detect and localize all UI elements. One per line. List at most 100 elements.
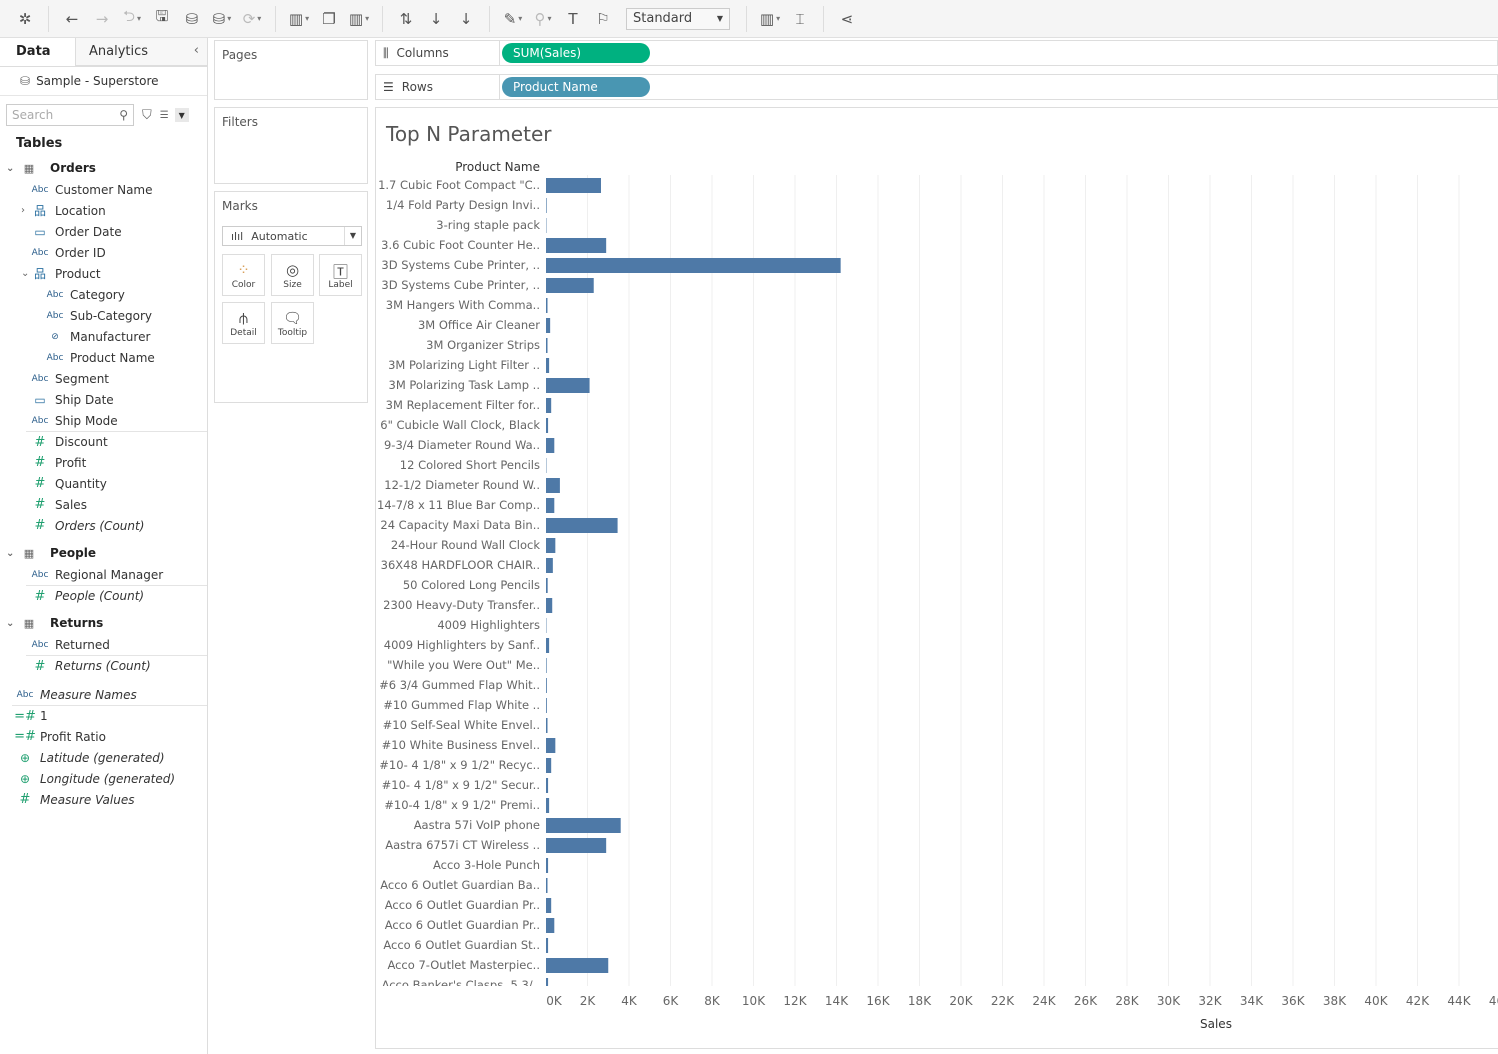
bar[interactable] (546, 658, 547, 673)
bar[interactable] (546, 638, 550, 653)
category-label[interactable]: 50 Colored Long Pencils (403, 578, 540, 592)
chevron-down-icon[interactable]: ▾ (547, 14, 551, 23)
bar[interactable] (546, 978, 549, 993)
chevron-down-icon[interactable]: ▾ (137, 14, 141, 23)
sort-descending-icon[interactable]: ↓ (454, 6, 478, 32)
mark-type-dropdown[interactable]: ılıl Automatic ▼ (222, 226, 362, 246)
category-label[interactable]: 9-3/4 Diameter Round Wa.. (384, 438, 540, 452)
chevron-down-icon[interactable]: ▾ (305, 14, 309, 23)
field-item[interactable]: Abc Segment (0, 368, 207, 389)
category-label[interactable]: 3M Replacement Filter for.. (386, 398, 540, 412)
bar[interactable] (546, 798, 550, 813)
chevron-down-icon[interactable]: ▼ (174, 108, 189, 122)
field-item[interactable]: Abc Order ID (0, 242, 207, 263)
category-label[interactable]: Acco 6 Outlet Guardian St.. (383, 938, 540, 952)
sum-sales-pill[interactable]: SUM(Sales) (502, 43, 650, 63)
share-icon[interactable]: ⋖ (835, 6, 859, 32)
category-label[interactable]: 3D Systems Cube Printer, .. (381, 278, 540, 292)
tooltip-mark-button[interactable]: 🗨 Tooltip (271, 302, 314, 344)
product-name-pill[interactable]: Product Name (502, 77, 650, 97)
bar[interactable] (546, 858, 549, 873)
bar[interactable] (546, 278, 594, 293)
undo-icon[interactable]: ← (60, 6, 84, 32)
new-data-source-icon[interactable]: ⛁ (180, 6, 204, 32)
presentation-mode-icon[interactable]: ⌶ (788, 6, 812, 32)
category-label[interactable]: Aastra 6757i CT Wireless .. (385, 838, 540, 852)
table-returns[interactable]: ⌄ ▦ Returns (0, 612, 207, 634)
bar[interactable] (546, 938, 549, 953)
bar[interactable] (546, 878, 548, 893)
category-label[interactable]: 3M Polarizing Task Lamp .. (389, 378, 541, 392)
field-item[interactable]: Abc Sub-Category (0, 305, 207, 326)
category-label[interactable]: #10 Gummed Flap White .. (383, 698, 540, 712)
redo-icon[interactable]: → (90, 6, 114, 32)
category-label[interactable]: 6" Cubicle Wall Clock, Black (380, 418, 540, 432)
category-label[interactable]: 3M Organizer Strips (426, 338, 540, 352)
category-label[interactable]: Acco 3-Hole Punch (433, 858, 540, 872)
category-label[interactable]: 24-Hour Round Wall Clock (391, 538, 540, 552)
field-item[interactable]: ⊘ Manufacturer (0, 326, 207, 347)
table-people[interactable]: ⌄ ▦ People (0, 542, 207, 564)
collapse-pane-icon[interactable]: ‹ (194, 43, 199, 58)
data-source[interactable]: ⛁ Sample - Superstore (0, 67, 207, 96)
field-item[interactable]: › 品 Location (0, 200, 207, 221)
chevron-down-icon[interactable]: ⌄ (6, 163, 14, 174)
category-label[interactable]: 3-ring staple pack (436, 218, 540, 232)
refresh-icon[interactable]: ⟳ ▾ (240, 6, 264, 32)
tableau-logo-icon[interactable]: ✲ (13, 6, 37, 32)
chevron-down-icon[interactable]: ▾ (776, 14, 780, 23)
duplicate-sheet-icon[interactable]: ❐ (317, 6, 341, 32)
category-label[interactable]: #10- 4 1/8" x 9 1/2" Recyc.. (379, 758, 540, 772)
chevron-down-icon[interactable]: ⌄ (6, 618, 14, 629)
field-item[interactable]: Abc Regional Manager (0, 564, 207, 585)
chevron-down-icon[interactable]: ⌄ (21, 268, 29, 279)
bar[interactable] (546, 598, 553, 613)
bar[interactable] (546, 958, 609, 973)
fit-dropdown[interactable]: Standard ▼ (626, 7, 730, 30)
field-item[interactable]: ⊕ Latitude (generated) (0, 747, 207, 768)
category-label[interactable]: #10 White Business Envel.. (382, 738, 540, 752)
field-item[interactable]: Abc Customer Name (0, 179, 207, 200)
bar[interactable] (546, 418, 549, 433)
field-item[interactable]: ▭ Ship Date (0, 389, 207, 410)
pause-updates-icon[interactable]: ⛁ ▾ (210, 6, 234, 32)
bar[interactable] (546, 378, 590, 393)
field-item[interactable]: Abc Returned (0, 634, 207, 655)
chevron-down-icon[interactable]: ⌄ (6, 548, 14, 559)
field-item[interactable]: # Discount (26, 431, 207, 452)
category-label[interactable]: 2300 Heavy-Duty Transfer.. (383, 598, 540, 612)
bar[interactable] (546, 498, 555, 513)
field-item[interactable]: Abc Category (0, 284, 207, 305)
bar[interactable] (546, 358, 550, 373)
bar[interactable] (546, 778, 549, 793)
bar[interactable] (546, 578, 548, 593)
new-worksheet-icon[interactable]: ▥ ▾ (287, 6, 311, 32)
group-members-icon[interactable]: ⚲ ▾ (531, 6, 555, 32)
size-mark-button[interactable]: ◎ Size (271, 254, 314, 296)
category-label[interactable]: Acco Banker's Clasps, 5 3/.. (382, 978, 540, 992)
bar[interactable] (546, 318, 551, 333)
clear-sheet-icon[interactable]: ▥ ▾ (347, 6, 371, 32)
chevron-right-icon[interactable]: › (21, 205, 25, 216)
category-label[interactable]: #10-4 1/8" x 9 1/2" Premi.. (384, 798, 540, 812)
tab-analytics[interactable]: Analytics ‹ (75, 38, 207, 66)
category-label[interactable]: Acco 6 Outlet Guardian Ba.. (380, 878, 540, 892)
bar[interactable] (546, 178, 601, 193)
chevron-down-icon[interactable]: ▾ (257, 14, 261, 23)
bar[interactable] (546, 258, 841, 273)
table-orders[interactable]: ⌄ ▦ Orders (0, 157, 207, 179)
field-item[interactable]: =# Profit Ratio (0, 726, 207, 747)
bar[interactable] (546, 538, 556, 553)
field-item[interactable]: ⊕ Longitude (generated) (0, 768, 207, 789)
category-label[interactable]: 3M Office Air Cleaner (418, 318, 540, 332)
pages-card[interactable]: Pages (214, 40, 368, 100)
category-label[interactable]: 1/4 Fold Party Design Invi.. (386, 198, 540, 212)
bar[interactable] (546, 298, 548, 313)
bar[interactable] (546, 238, 607, 253)
rows-shelf[interactable]: ☰ Rows Product Name (375, 74, 1498, 100)
bar[interactable] (546, 758, 552, 773)
filter-icon[interactable]: ⛉ (142, 108, 152, 123)
chevron-down-icon[interactable]: ▾ (518, 14, 522, 23)
field-item[interactable]: Abc Ship Mode (0, 410, 207, 431)
color-mark-button[interactable]: ⁘ Color (222, 254, 265, 296)
